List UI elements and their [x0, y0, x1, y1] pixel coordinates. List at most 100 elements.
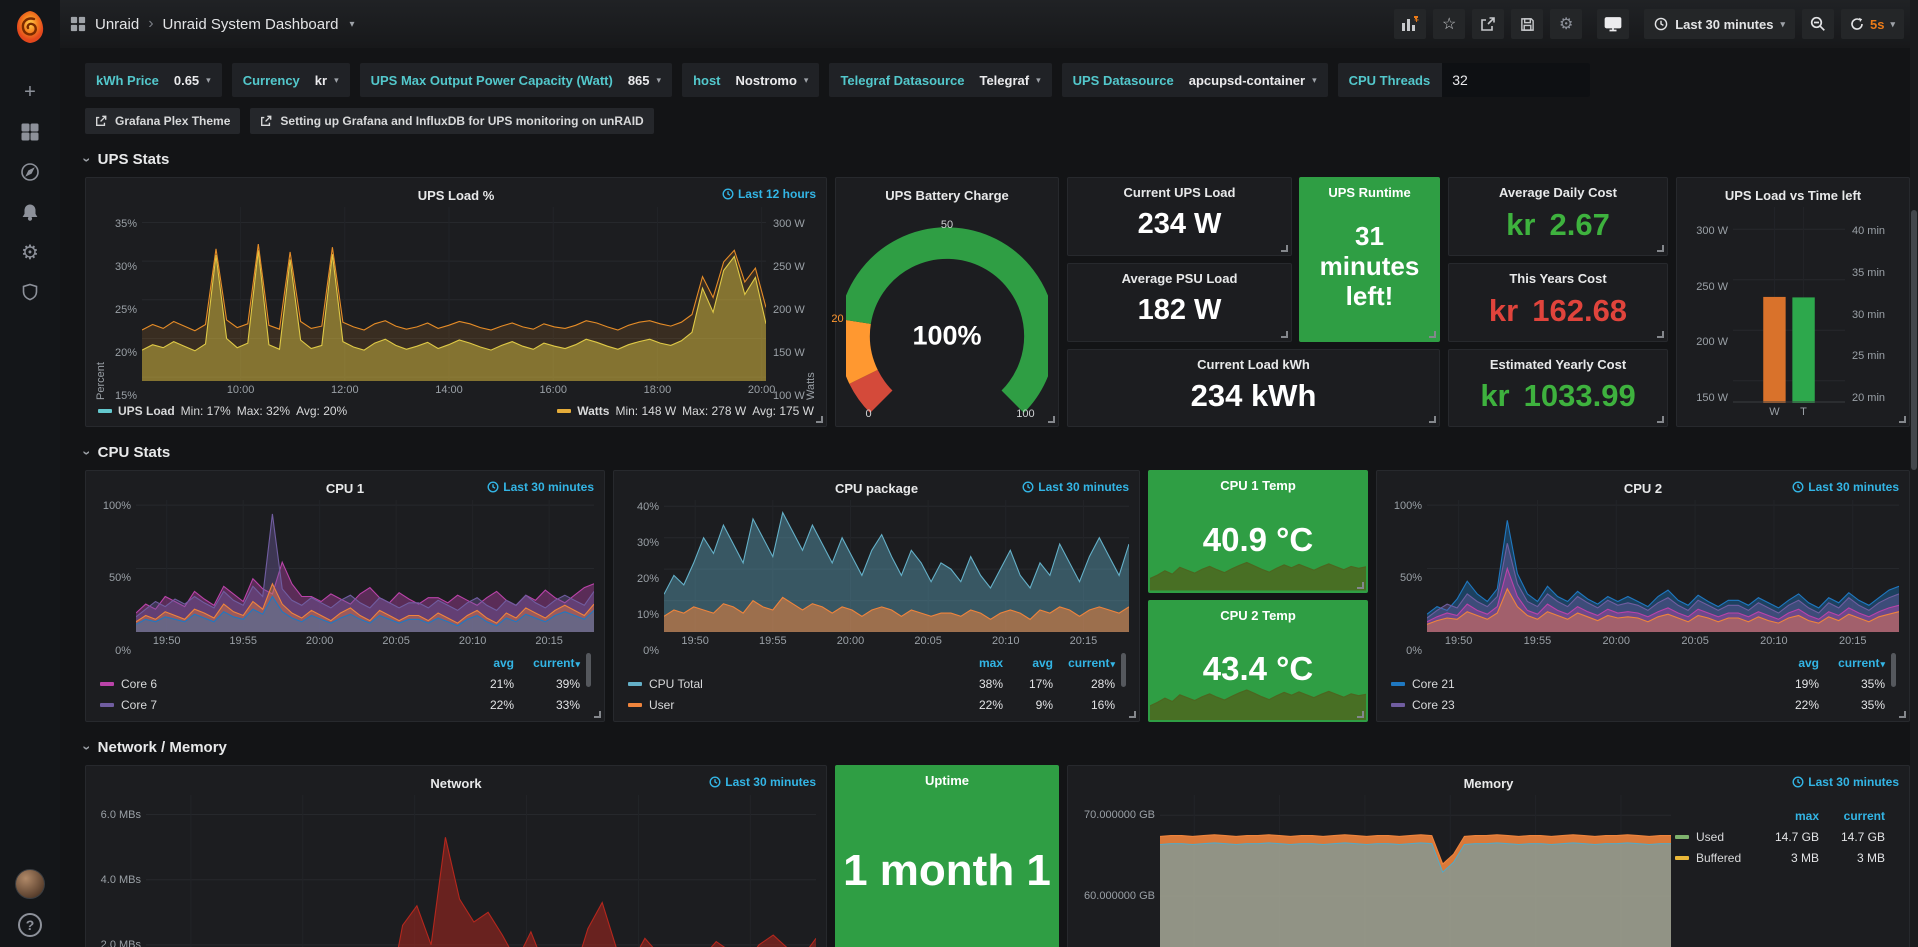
- x-axis: WT: [1733, 403, 1845, 422]
- dashboards-icon[interactable]: [8, 114, 52, 150]
- legend-header-current[interactable]: current: [1819, 809, 1885, 823]
- save-button[interactable]: [1511, 9, 1543, 39]
- legend-header-current[interactable]: current▾: [1053, 656, 1115, 670]
- panel-title[interactable]: CPU package: [835, 481, 918, 496]
- panel-time-range[interactable]: Last 30 minutes: [1792, 775, 1899, 789]
- link-grafana-plex-theme[interactable]: Grafana Plex Theme: [85, 108, 240, 134]
- stat-value: kr162.68: [1489, 286, 1627, 334]
- cpu1-chart[interactable]: [136, 500, 594, 632]
- cpu-threads-input[interactable]: 32: [1442, 63, 1590, 97]
- variable-value-dropdown[interactable]: 0.65▾: [174, 73, 211, 88]
- variable-value-dropdown[interactable]: apcupsd-container▾: [1189, 73, 1317, 88]
- legend-series[interactable]: Buffered: [1675, 851, 1757, 865]
- legend-series[interactable]: Core 23: [1391, 698, 1757, 712]
- stat-value: 43.4 °C: [1203, 623, 1313, 714]
- help-icon[interactable]: ?: [18, 913, 42, 937]
- ups-vs-time-chart[interactable]: [1733, 207, 1845, 403]
- variable-cpu-threads: CPU Threads 32: [1338, 63, 1591, 97]
- server-admin-shield-icon[interactable]: [8, 274, 52, 310]
- legend-series[interactable]: Core 21: [1391, 677, 1757, 691]
- link-ups-monitoring-guide[interactable]: Setting up Grafana and InfluxDB for UPS …: [250, 108, 653, 134]
- legend-header-current[interactable]: current▾: [514, 656, 580, 670]
- stat-value: 1 month 1: [843, 846, 1051, 896]
- legend-header-avg[interactable]: avg: [1003, 656, 1053, 670]
- add-panel-button[interactable]: +: [1394, 9, 1426, 39]
- panel-time-range[interactable]: Last 30 minutes: [709, 775, 816, 789]
- panel-title[interactable]: CPU 2: [1624, 481, 1662, 496]
- caret-down-icon: ▾: [1780, 19, 1785, 30]
- panel-time-range[interactable]: Last 30 minutes: [1022, 480, 1129, 494]
- panel-title[interactable]: UPS Load %: [418, 188, 495, 203]
- refresh-picker[interactable]: 5s ▾: [1841, 9, 1904, 39]
- topbar-actions: + ☆ ⚙ Last 30 minut: [1394, 9, 1904, 39]
- panel-time-range[interactable]: Last 30 minutes: [1792, 480, 1899, 494]
- legend-series[interactable]: Core 6: [100, 677, 452, 691]
- cpu-package-chart[interactable]: [664, 500, 1129, 632]
- legend-series[interactable]: CPU Total: [628, 677, 945, 691]
- legend-marker: [557, 409, 571, 413]
- panel-title[interactable]: UPS Load vs Time left: [1725, 188, 1861, 203]
- variable-value-dropdown[interactable]: kr▾: [315, 73, 339, 88]
- variable-value-dropdown[interactable]: Nostromo▾: [736, 73, 809, 88]
- breadcrumb-current[interactable]: Unraid System Dashboard: [163, 16, 339, 33]
- breadcrumb-root[interactable]: Unraid: [95, 16, 139, 33]
- battery-gauge[interactable]: 02050100 100%: [846, 207, 1048, 422]
- variable-label: Telegraf Datasource: [840, 73, 964, 88]
- legend-marker: [1675, 835, 1689, 839]
- clock-icon: [1792, 481, 1804, 493]
- dashboard-settings-gear-icon[interactable]: ⚙: [1550, 9, 1582, 39]
- explore-compass-icon[interactable]: [8, 154, 52, 190]
- legend-header-avg[interactable]: avg: [452, 656, 514, 670]
- legend-scrollbar[interactable]: [586, 653, 591, 687]
- memory-chart[interactable]: [1160, 795, 1671, 947]
- section-ups-stats[interactable]: › UPS Stats: [60, 134, 1918, 175]
- ups-stats-row: UPS Load % Last 12 hours Percent 35%30%2…: [60, 175, 1918, 427]
- variable-value-dropdown[interactable]: Telegraf▾: [979, 73, 1040, 88]
- legend-header-current[interactable]: current▾: [1819, 656, 1885, 670]
- stat-value: 40.9 °C: [1203, 493, 1313, 585]
- section-network-memory[interactable]: › Network / Memory: [60, 722, 1918, 763]
- panel-time-range[interactable]: Last 30 minutes: [487, 480, 594, 494]
- page-scrollbar[interactable]: [1910, 0, 1918, 947]
- legend-header-avg[interactable]: avg: [1757, 656, 1819, 670]
- user-avatar[interactable]: [15, 869, 45, 899]
- cpu2-chart[interactable]: [1427, 500, 1899, 632]
- panel-ups-load: UPS Load % Last 12 hours Percent 35%30%2…: [85, 177, 827, 427]
- legend-scrollbar[interactable]: [1891, 653, 1896, 687]
- legend-series[interactable]: Core 7: [100, 698, 452, 712]
- panel-title[interactable]: Memory: [1464, 776, 1514, 791]
- panel-cpu2-temp: CPU 2 Temp 43.4 °C: [1148, 600, 1368, 722]
- legend-series[interactable]: Used: [1675, 830, 1757, 844]
- caret-down-icon: ▾: [1110, 659, 1115, 669]
- cycle-view-monitor-icon[interactable]: [1597, 9, 1629, 39]
- configuration-gear-icon[interactable]: ⚙: [8, 234, 52, 270]
- variable-label: Currency: [243, 73, 300, 88]
- legend-item-ups-load[interactable]: UPS Load Min: 17% Max: 32% Avg: 20%: [98, 404, 347, 418]
- variable-value-dropdown[interactable]: 865▾: [628, 73, 661, 88]
- legend: UPS Load Min: 17% Max: 32% Avg: 20% Watt…: [96, 400, 816, 422]
- panel-title[interactable]: UPS Battery Charge: [885, 188, 1009, 203]
- legend-series[interactable]: User: [628, 698, 945, 712]
- legend-item-watts[interactable]: Watts Min: 148 W Max: 278 W Avg: 175 W: [557, 404, 814, 418]
- panel-time-range[interactable]: Last 12 hours: [722, 187, 816, 201]
- y-axis-left: 6.0 MBs4.0 MBs2.0 MBs: [96, 795, 146, 947]
- share-button[interactable]: [1472, 9, 1504, 39]
- legend-header-max[interactable]: max: [945, 656, 1003, 670]
- alerting-bell-icon[interactable]: [8, 194, 52, 230]
- create-plus-icon[interactable]: +: [8, 74, 52, 110]
- grafana-logo-icon[interactable]: [9, 6, 51, 48]
- zoom-out-button[interactable]: [1802, 9, 1834, 39]
- star-button[interactable]: ☆: [1433, 9, 1465, 39]
- time-range-picker[interactable]: Last 30 minutes ▾: [1644, 9, 1795, 39]
- legend-header-max[interactable]: max: [1757, 809, 1819, 823]
- clock-icon: [1792, 776, 1804, 788]
- ups-load-chart[interactable]: [142, 207, 766, 381]
- caret-down-icon[interactable]: ▾: [349, 19, 354, 30]
- panel-cpu2: CPU 2 Last 30 minutes 100%50%0% 19:5019:…: [1376, 470, 1910, 722]
- section-cpu-stats[interactable]: › CPU Stats: [60, 427, 1918, 468]
- panel-title[interactable]: CPU 1: [326, 481, 364, 496]
- network-chart[interactable]: [146, 795, 816, 947]
- legend-scrollbar[interactable]: [1121, 653, 1126, 687]
- scrollbar-thumb[interactable]: [1911, 210, 1917, 470]
- panel-title[interactable]: Network: [430, 776, 481, 791]
